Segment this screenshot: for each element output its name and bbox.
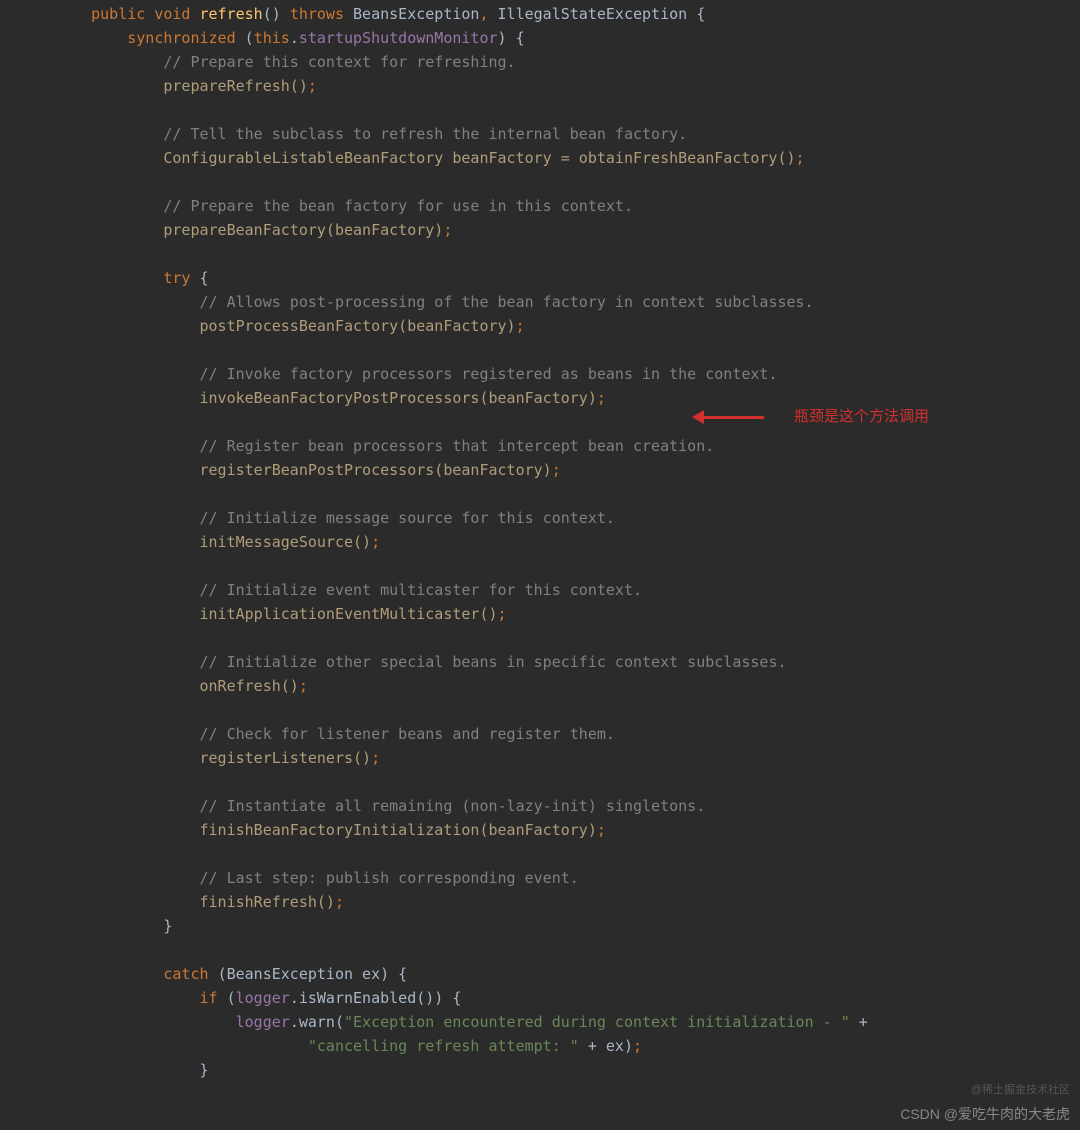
- code-line[interactable]: [55, 938, 1080, 962]
- code-line[interactable]: [55, 482, 1080, 506]
- code-line[interactable]: catch (BeansException ex) {: [55, 962, 1080, 986]
- code-line[interactable]: [55, 98, 1080, 122]
- code-line[interactable]: [55, 842, 1080, 866]
- watermark-juejin: @稀土掘金技术社区: [971, 1082, 1070, 1100]
- code-line[interactable]: // Tell the subclass to refresh the inte…: [55, 122, 1080, 146]
- watermark-csdn: CSDN @爱吃牛肉的大老虎: [900, 1103, 1070, 1125]
- code-line[interactable]: // Instantiate all remaining (non-lazy-i…: [55, 794, 1080, 818]
- code-line[interactable]: [55, 242, 1080, 266]
- code-line[interactable]: finishRefresh();: [55, 890, 1080, 914]
- code-line[interactable]: prepareBeanFactory(beanFactory);: [55, 218, 1080, 242]
- code-line[interactable]: "cancelling refresh attempt: " + ex);: [55, 1034, 1080, 1058]
- code-line[interactable]: initMessageSource();: [55, 530, 1080, 554]
- annotation-text: 瓶颈是这个方法调用: [794, 405, 929, 429]
- code-line[interactable]: // Register bean processors that interce…: [55, 434, 1080, 458]
- code-line[interactable]: logger.warn("Exception encountered durin…: [55, 1010, 1080, 1034]
- code-line[interactable]: [55, 770, 1080, 794]
- arrow-line-icon: [704, 416, 764, 419]
- code-line[interactable]: initApplicationEventMulticaster();: [55, 602, 1080, 626]
- code-line[interactable]: finishBeanFactoryInitialization(beanFact…: [55, 818, 1080, 842]
- code-line[interactable]: if (logger.isWarnEnabled()) {: [55, 986, 1080, 1010]
- code-line[interactable]: synchronized (this.startupShutdownMonito…: [55, 26, 1080, 50]
- code-line[interactable]: // Check for listener beans and register…: [55, 722, 1080, 746]
- code-line[interactable]: prepareRefresh();: [55, 74, 1080, 98]
- code-line[interactable]: // Prepare this context for refreshing.: [55, 50, 1080, 74]
- annotation-arrow: 瓶颈是这个方法调用: [692, 405, 929, 429]
- code-line[interactable]: public void refresh() throws BeansExcept…: [55, 2, 1080, 26]
- code-line[interactable]: [55, 554, 1080, 578]
- code-line[interactable]: [55, 626, 1080, 650]
- code-line[interactable]: // Prepare the bean factory for use in t…: [55, 194, 1080, 218]
- arrow-head-icon: [692, 410, 704, 424]
- code-line[interactable]: }: [55, 1058, 1080, 1082]
- code-line[interactable]: [55, 698, 1080, 722]
- code-line[interactable]: // Initialize other special beans in spe…: [55, 650, 1080, 674]
- code-line[interactable]: // Initialize message source for this co…: [55, 506, 1080, 530]
- code-line[interactable]: }: [55, 914, 1080, 938]
- code-line[interactable]: ConfigurableListableBeanFactory beanFact…: [55, 146, 1080, 170]
- code-line[interactable]: // Invoke factory processors registered …: [55, 362, 1080, 386]
- code-line[interactable]: postProcessBeanFactory(beanFactory);: [55, 314, 1080, 338]
- code-line[interactable]: [55, 338, 1080, 362]
- code-editor[interactable]: public void refresh() throws BeansExcept…: [0, 0, 1080, 1082]
- code-line[interactable]: registerListeners();: [55, 746, 1080, 770]
- code-line[interactable]: // Initialize event multicaster for this…: [55, 578, 1080, 602]
- code-line[interactable]: registerBeanPostProcessors(beanFactory);: [55, 458, 1080, 482]
- code-line[interactable]: [55, 170, 1080, 194]
- code-line[interactable]: // Allows post-processing of the bean fa…: [55, 290, 1080, 314]
- code-line[interactable]: try {: [55, 266, 1080, 290]
- code-line[interactable]: // Last step: publish corresponding even…: [55, 866, 1080, 890]
- code-line[interactable]: onRefresh();: [55, 674, 1080, 698]
